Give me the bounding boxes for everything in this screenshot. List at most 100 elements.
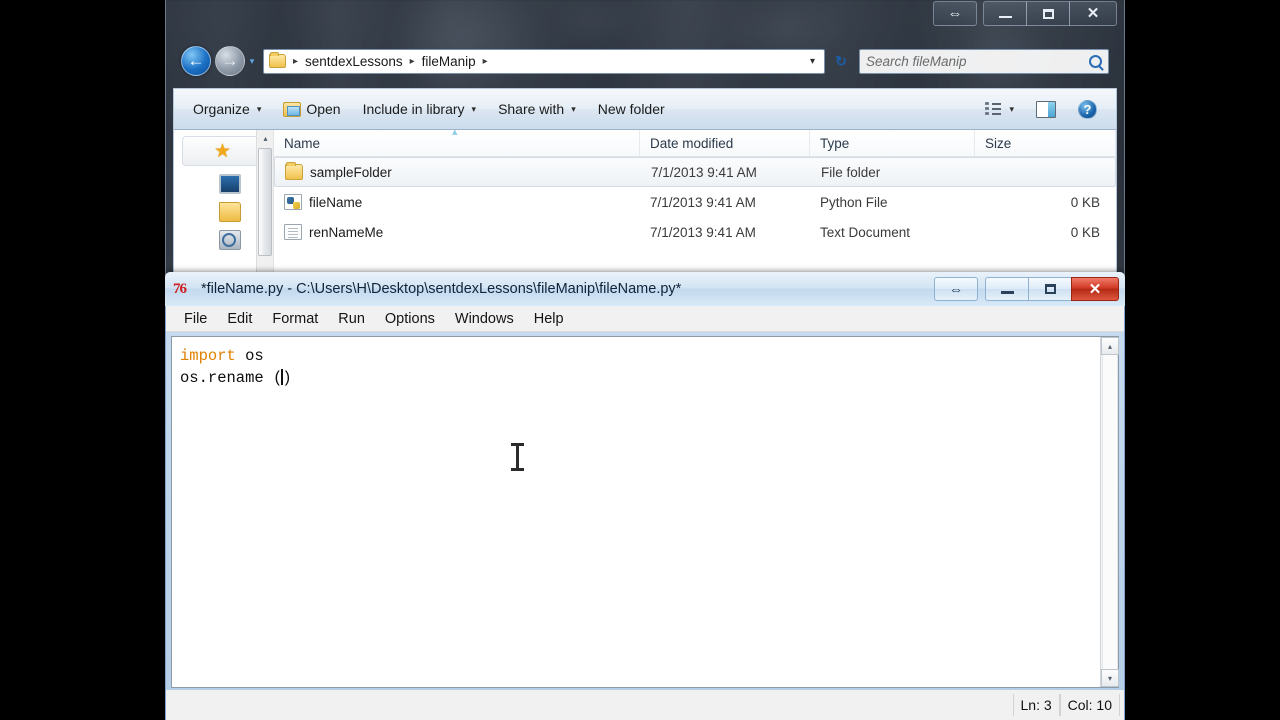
menu-help[interactable]: Help xyxy=(524,308,574,330)
scrollbar-thumb[interactable] xyxy=(258,148,272,256)
idle-minimize-button[interactable] xyxy=(985,277,1029,301)
chevron-down-icon: ▾ xyxy=(471,103,477,114)
column-header-size[interactable]: Size xyxy=(975,130,1116,156)
file-name-cell: fileName xyxy=(274,194,640,210)
explorer-titlebar[interactable]: ⇔ ✕ xyxy=(165,0,1125,34)
breadcrumb-separator[interactable]: ▸ xyxy=(406,56,419,67)
open-button[interactable]: Open xyxy=(272,96,351,122)
back-button[interactable]: ← xyxy=(181,46,211,76)
column-header-size-label: Size xyxy=(985,135,1012,151)
file-name-label: sampleFolder xyxy=(310,164,392,180)
table-row[interactable]: fileName 7/1/2013 9:41 AM Python File 0 … xyxy=(274,187,1116,217)
idle-menu-bar: File Edit Format Run Options Windows Hel… xyxy=(166,306,1124,332)
explorer-resize-button[interactable]: ⇔ xyxy=(933,1,977,26)
desktop-icon[interactable] xyxy=(219,174,241,194)
menu-windows[interactable]: Windows xyxy=(445,308,524,330)
breadcrumb-separator: ▸ xyxy=(293,55,299,67)
help-icon: ? xyxy=(1078,99,1097,119)
status-column-number: Col: 10 xyxy=(1059,694,1120,716)
explorer-minimize-button[interactable] xyxy=(983,1,1027,26)
nav-pane-scrollbar[interactable]: ▴ xyxy=(256,130,273,275)
show-preview-pane-button[interactable] xyxy=(1025,96,1067,123)
scroll-down-icon[interactable]: ▾ xyxy=(1101,669,1119,687)
change-view-button[interactable]: ▾ xyxy=(974,97,1025,122)
file-date-cell: 7/1/2013 9:41 AM xyxy=(650,194,756,210)
close-icon: ✕ xyxy=(1086,5,1100,22)
file-type-cell: Text Document xyxy=(820,224,911,240)
refresh-button[interactable]: ↻ xyxy=(827,49,855,74)
column-header-type[interactable]: Type xyxy=(810,130,975,156)
favorites-item[interactable]: ★ xyxy=(182,136,263,166)
breadcrumb-separator[interactable]: ▸ xyxy=(479,56,492,67)
code-text-area[interactable]: import os os.rename () xyxy=(172,337,1100,687)
idle-titlebar[interactable]: 76 *fileName.py - C:\Users\H\Desktop\sen… xyxy=(165,272,1125,306)
explorer-window: ⇔ ✕ ← → ▾ ▸ sentdexLessons ▸ fileManip ▸… xyxy=(165,0,1125,276)
idle-close-button[interactable]: ✕ xyxy=(1071,277,1119,301)
editor-vertical-scrollbar[interactable]: ▴ ▾ xyxy=(1100,337,1119,687)
scroll-up-icon[interactable]: ▴ xyxy=(1101,337,1119,355)
share-with-button[interactable]: Share with ▾ xyxy=(487,96,587,122)
status-line-number: Ln: 3 xyxy=(1012,694,1060,716)
minimize-icon xyxy=(998,16,1012,18)
breadcrumb-item-sentdexLessons[interactable]: sentdexLessons xyxy=(302,54,406,69)
menu-edit[interactable]: Edit xyxy=(217,308,262,330)
file-type-cell: File folder xyxy=(821,164,881,180)
organize-button[interactable]: Organize ▾ xyxy=(182,96,272,122)
column-header-date-label: Date modified xyxy=(650,135,734,151)
idle-python-icon: 76 xyxy=(173,280,187,297)
text-document-icon xyxy=(284,224,302,240)
idle-status-bar: Ln: 3 Col: 10 xyxy=(166,690,1124,720)
chevron-down-icon: ▾ xyxy=(571,103,576,114)
letterbox-left xyxy=(0,0,165,720)
breadcrumb[interactable]: ▸ sentdexLessons ▸ fileManip ▸ ▾ xyxy=(263,48,825,74)
table-row[interactable]: sampleFolder 7/1/2013 9:41 AM File folde… xyxy=(274,157,1116,187)
organize-label: Organize xyxy=(193,101,250,117)
explorer-command-bar: Organize ▾ Open Include in library ▾ Sha… xyxy=(173,88,1117,130)
column-header-date-modified[interactable]: Date modified xyxy=(640,130,810,156)
idle-resize-button[interactable]: ⇔ xyxy=(934,277,978,301)
search-input[interactable]: Search fileManip xyxy=(859,48,1109,74)
menu-file[interactable]: File xyxy=(174,308,217,330)
include-in-library-button[interactable]: Include in library ▾ xyxy=(352,96,487,122)
explorer-maximize-button[interactable] xyxy=(1026,1,1070,26)
resize-arrows-icon: ⇔ xyxy=(949,281,963,297)
folder-icon xyxy=(285,162,303,180)
python-file-icon xyxy=(284,194,302,210)
menu-format[interactable]: Format xyxy=(262,308,328,330)
open-label: Open xyxy=(306,101,341,117)
file-name-label: renNameMe xyxy=(309,224,384,240)
history-dropdown-button[interactable]: ▾ xyxy=(245,46,259,76)
new-folder-button[interactable]: New folder xyxy=(587,96,676,122)
forward-button[interactable]: → xyxy=(215,46,245,76)
explorer-close-button[interactable]: ✕ xyxy=(1069,1,1117,26)
file-name-cell: sampleFolder xyxy=(275,162,641,180)
scroll-up-icon[interactable]: ▴ xyxy=(257,130,274,147)
file-name-cell: renNameMe xyxy=(274,224,640,240)
idle-window-controls: ⇔ ✕ xyxy=(934,277,1119,301)
chevron-down-icon: ▾ xyxy=(1009,103,1014,114)
code-keyword-import: import xyxy=(180,347,236,365)
idle-window-title: *fileName.py - C:\Users\H\Desktop\sentde… xyxy=(201,281,682,297)
scrollbar-track[interactable] xyxy=(1102,355,1118,669)
code-module-os: os xyxy=(235,347,264,365)
chevron-down-icon[interactable]: ▾ xyxy=(803,56,822,67)
help-button[interactable]: ? xyxy=(1067,95,1108,124)
search-placeholder: Search fileManip xyxy=(866,53,967,69)
view-list-icon xyxy=(985,101,1002,117)
menu-run[interactable]: Run xyxy=(328,308,375,330)
column-header-name[interactable]: Name ▴ xyxy=(274,130,640,156)
breadcrumb-item-fileManip[interactable]: fileManip xyxy=(419,54,479,69)
folder-icon xyxy=(269,52,286,68)
recent-places-icon[interactable] xyxy=(219,230,241,250)
search-icon xyxy=(1089,54,1102,68)
explorer-address-row: ← → ▾ ▸ sentdexLessons ▸ fileManip ▸ ▾ ↻ xyxy=(165,40,1125,82)
table-row[interactable]: renNameMe 7/1/2013 9:41 AM Text Document… xyxy=(274,217,1116,247)
code-line-1: import os xyxy=(180,345,1100,367)
screen: ⇔ ✕ ← → ▾ ▸ sentdexLessons ▸ fileManip ▸… xyxy=(0,0,1280,720)
explorer-window-controls: ⇔ ✕ xyxy=(933,0,1117,27)
sort-ascending-icon: ▴ xyxy=(452,130,458,138)
file-list-pane: Name ▴ Date modified Type Size sampleFol… xyxy=(274,130,1116,275)
folder-icon[interactable] xyxy=(219,202,241,222)
menu-options[interactable]: Options xyxy=(375,308,445,330)
idle-maximize-button[interactable] xyxy=(1028,277,1072,301)
